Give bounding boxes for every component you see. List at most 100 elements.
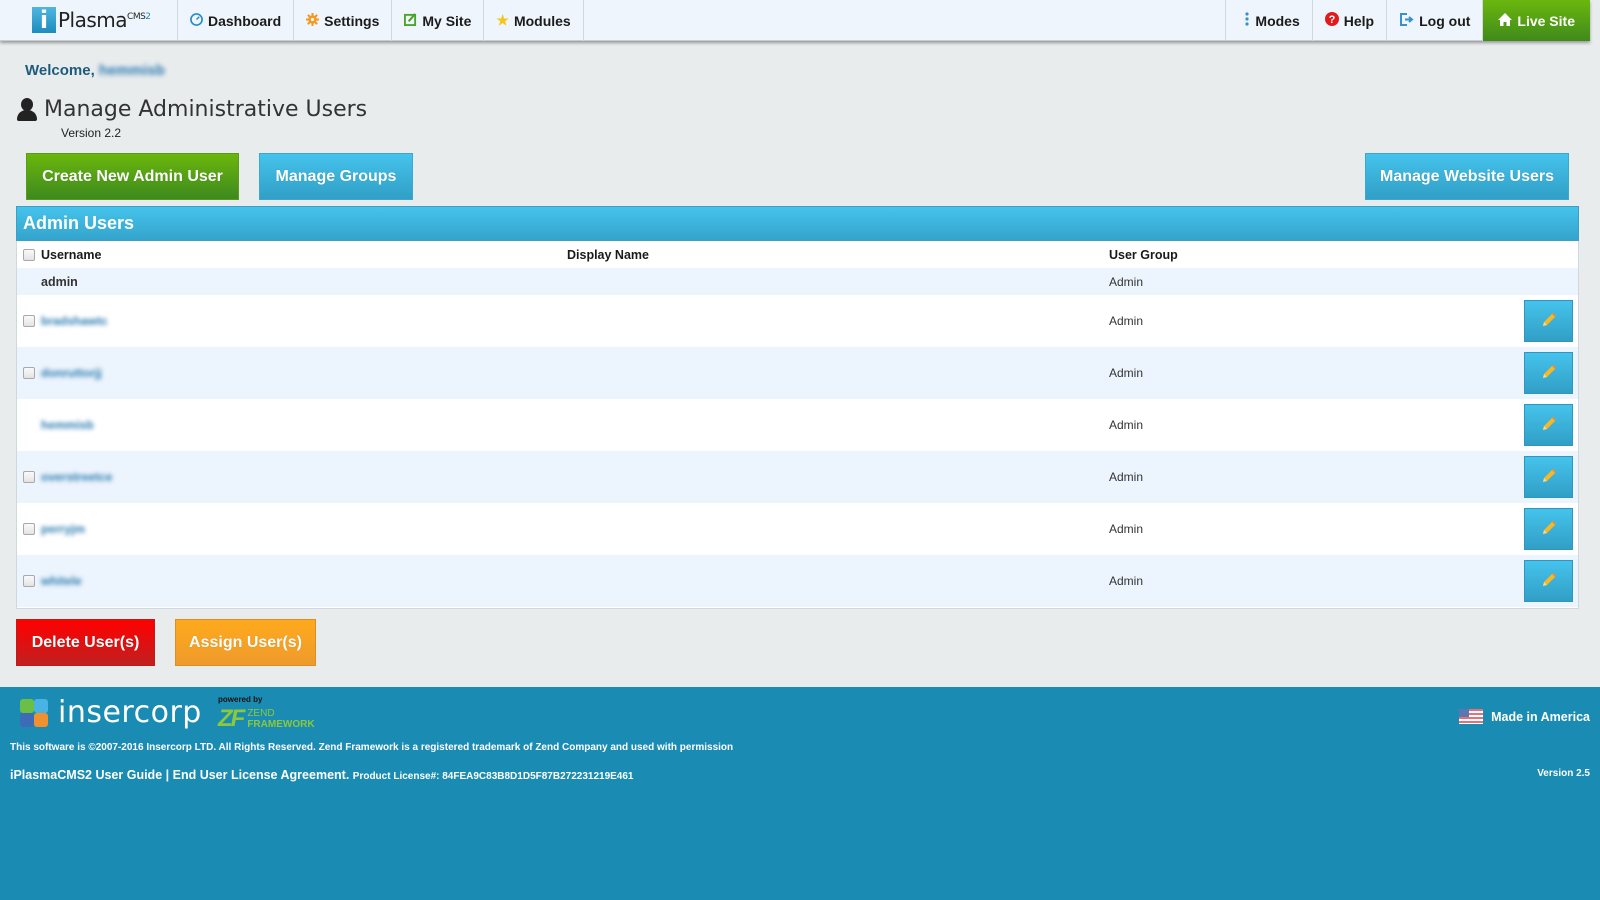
home-icon <box>1498 12 1513 29</box>
edit-icon <box>404 12 417 29</box>
logo-sup: CMS2 <box>127 12 151 22</box>
footer-version: Version 2.5 <box>1537 768 1590 779</box>
column-user-group: User Group <box>1109 247 1178 262</box>
cell-user-group: Admin <box>1109 470 1144 484</box>
edit-user-button[interactable] <box>1524 560 1573 602</box>
edit-user-button[interactable] <box>1524 300 1573 342</box>
footer-separator: | <box>162 768 173 782</box>
svg-text:?: ? <box>1328 14 1335 26</box>
row-checkbox[interactable] <box>23 471 35 483</box>
star-icon: ★ <box>496 12 509 28</box>
product-license: Product License#: 84FEA9C83B8D1D5F87B272… <box>352 771 634 782</box>
cell-username: whitele <box>41 574 82 588</box>
cell-username: admin <box>41 274 78 289</box>
pencil-icon <box>1540 363 1558 384</box>
welcome-message: Welcome, hemmisb <box>25 62 165 79</box>
nav-dashboard[interactable]: Dashboard <box>178 0 295 41</box>
vertical-dots-icon <box>1244 12 1250 29</box>
table-row: hemmisb Admin <box>17 399 1578 451</box>
cell-username: hemmisb <box>41 418 94 432</box>
nav-logout-label: Log out <box>1419 12 1471 29</box>
admin-users-panel: Admin Users Username Display Name User G… <box>16 206 1579 609</box>
table-header: Username Display Name User Group <box>17 241 1578 268</box>
license-row: iPlasmaCMS2 User Guide | End User Licens… <box>10 768 634 782</box>
cell-username: perryjm <box>41 522 86 536</box>
row-checkbox[interactable] <box>23 367 35 379</box>
welcome-username: hemmisb <box>98 62 165 79</box>
eula-link[interactable]: End User License Agreement. <box>173 768 350 782</box>
pencil-icon <box>1540 415 1558 436</box>
panel-title: Admin Users <box>16 206 1579 241</box>
manage-groups-button[interactable]: Manage Groups <box>259 153 413 200</box>
nav-dashboard-label: Dashboard <box>208 12 282 29</box>
table-body: admin Admin bradshawtc Admin donruttorjj Admi… <box>17 268 1578 607</box>
nav-live-site[interactable]: Live Site <box>1483 0 1590 41</box>
nav-modes-label: Modes <box>1255 12 1300 29</box>
logo-sup-text: CMS <box>127 12 146 22</box>
table-row: admin Admin <box>17 268 1578 295</box>
logo-mark: i <box>32 7 56 33</box>
table-row: bradshawtc Admin <box>17 295 1578 347</box>
logo-name: Plasma <box>58 8 128 32</box>
us-flag-icon <box>1459 709 1484 724</box>
row-checkbox[interactable] <box>23 575 35 587</box>
made-in-label: Made in America <box>1491 709 1590 724</box>
insercorp-gear-icon <box>18 697 50 729</box>
page-version: Version 2.2 <box>61 126 122 140</box>
cell-username: overstreetce <box>41 470 113 484</box>
cell-user-group: Admin <box>1109 366 1144 380</box>
nav-modules-label: Modules <box>513 12 571 29</box>
pencil-icon <box>1540 571 1558 592</box>
nav-settings-label: Settings <box>324 12 380 29</box>
cell-username: bradshawtc <box>41 314 108 328</box>
edit-user-button[interactable] <box>1524 404 1573 446</box>
table-row: overstreetce Admin <box>17 451 1578 503</box>
user-icon <box>16 97 38 122</box>
edit-user-button[interactable] <box>1524 352 1573 394</box>
nav-settings[interactable]: Settings <box>294 0 393 41</box>
nav-modules[interactable]: ★ Modules <box>484 0 584 41</box>
nav-live-site-label: Live Site <box>1517 12 1575 29</box>
assign-users-button[interactable]: Assign User(s) <box>175 619 316 666</box>
edit-user-button[interactable] <box>1524 508 1573 550</box>
column-display-name: Display Name <box>567 247 649 262</box>
logo-text: PlasmaCMS2 <box>58 8 151 32</box>
row-checkbox[interactable] <box>23 315 35 327</box>
copyright-text: This software is ©2007-2016 Insercorp LT… <box>10 742 734 753</box>
column-username: Username <box>41 247 102 262</box>
cell-username: donruttorjj <box>41 366 102 380</box>
zend-mark: ZF <box>218 705 245 732</box>
delete-users-button[interactable]: Delete User(s) <box>16 619 155 666</box>
welcome-label: Welcome, <box>25 62 95 79</box>
powered-by-label: powered by <box>218 695 263 704</box>
user-guide-link[interactable]: iPlasmaCMS2 User Guide <box>10 768 162 782</box>
nav-modes[interactable]: Modes <box>1226 0 1313 41</box>
dashboard-icon <box>190 12 203 29</box>
table-row: donruttorjj Admin <box>17 347 1578 399</box>
footer: insercorp powered by ZF ZEND FRAMEWORK Th… <box>0 687 1600 900</box>
select-all-checkbox[interactable] <box>23 248 35 261</box>
zend-line2: FRAMEWORK <box>247 719 315 730</box>
table-row: whitele Admin <box>17 555 1578 607</box>
cell-user-group: Admin <box>1109 314 1144 328</box>
row-checkbox[interactable] <box>23 523 35 535</box>
create-admin-user-button[interactable]: Create New Admin User <box>26 153 239 200</box>
help-icon: ? <box>1324 12 1339 29</box>
top-nav: i PlasmaCMS2 Dashboard Settings My Site … <box>0 0 1590 41</box>
app-logo[interactable]: i PlasmaCMS2 <box>0 0 178 40</box>
zend-name: ZEND FRAMEWORK <box>247 708 314 730</box>
nav-logout[interactable]: Log out <box>1387 0 1484 41</box>
edit-user-button[interactable] <box>1524 456 1573 498</box>
table-row: perryjm Admin <box>17 503 1578 555</box>
nav-my-site[interactable]: My Site <box>392 0 485 41</box>
manage-website-users-button[interactable]: Manage Website Users <box>1365 153 1569 200</box>
cell-user-group: Admin <box>1109 522 1144 536</box>
nav-help[interactable]: ? Help <box>1313 0 1388 41</box>
pencil-icon <box>1540 311 1558 332</box>
pencil-icon <box>1540 519 1558 540</box>
cell-user-group: Admin <box>1109 574 1144 588</box>
page-title-row: Manage Administrative Users <box>16 97 367 122</box>
zend-framework-logo[interactable]: powered by ZF ZEND FRAMEWORK <box>218 695 315 733</box>
zend-line1: ZEND <box>247 708 275 719</box>
insercorp-logo[interactable]: insercorp <box>18 695 202 730</box>
